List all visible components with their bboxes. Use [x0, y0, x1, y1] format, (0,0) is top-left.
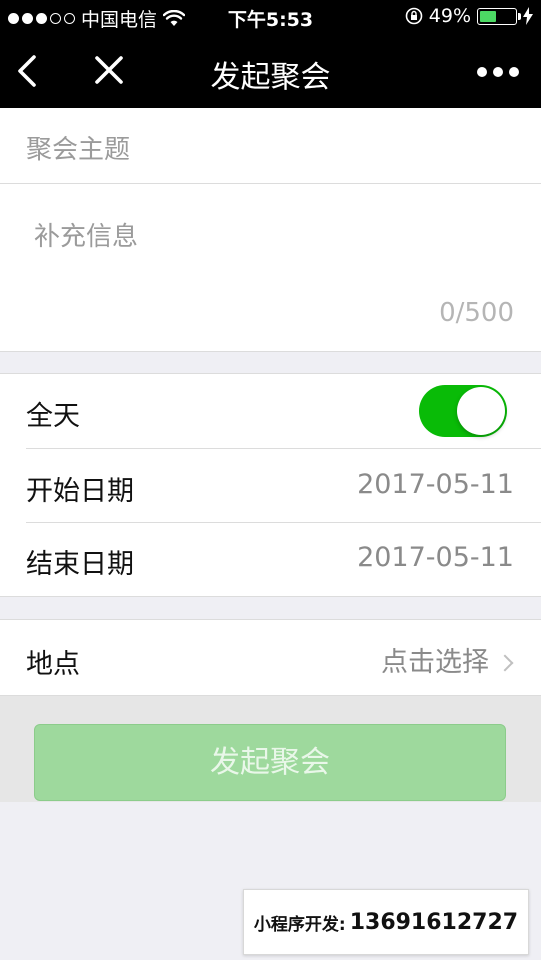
- all-day-row: 全天: [0, 374, 541, 448]
- end-date-row[interactable]: 结束日期 2017-05-11: [0, 523, 541, 596]
- nav-bar: 发起聚会: [0, 34, 541, 108]
- end-date-label: 结束日期: [26, 549, 134, 580]
- screen: 中国电信 下午5:53 49% 发起聚会 聚会主题 补充信息 0/500 全天 …: [0, 0, 541, 960]
- info-placeholder: 补充信息: [34, 222, 139, 252]
- chevron-right-icon: [496, 654, 514, 672]
- more-dots-icon: [477, 67, 487, 77]
- more-button[interactable]: [477, 67, 519, 77]
- topic-group: 聚会主题 补充信息 0/500: [0, 108, 541, 351]
- divider: [0, 596, 541, 597]
- watermark-phone: 13691612727: [349, 909, 519, 935]
- battery-icon: [477, 7, 521, 25]
- char-count: 0/500: [439, 298, 514, 328]
- start-date-label: 开始日期: [26, 476, 134, 507]
- status-bar: 中国电信 下午5:53 49%: [0, 0, 541, 34]
- contact-watermark: 小程序开发: 13691612727: [243, 889, 529, 955]
- orientation-lock-icon: [405, 7, 423, 25]
- submit-button[interactable]: 发起聚会: [34, 724, 506, 801]
- page-title: 发起聚会: [210, 60, 331, 95]
- submit-area: 发起聚会: [0, 696, 541, 802]
- location-row[interactable]: 地点 点击选择: [0, 620, 541, 695]
- end-date-value: 2017-05-11: [357, 542, 514, 573]
- divider: [0, 351, 541, 352]
- topic-placeholder: 聚会主题: [26, 135, 131, 165]
- location-group: 地点 点击选择: [0, 620, 541, 695]
- start-date-row[interactable]: 开始日期 2017-05-11: [0, 449, 541, 522]
- lightning-icon: [523, 7, 533, 25]
- info-textarea[interactable]: 补充信息 0/500: [0, 184, 541, 351]
- battery-percent: 49%: [428, 5, 471, 27]
- start-date-value: 2017-05-11: [357, 469, 514, 500]
- battery-fill: [480, 10, 496, 22]
- location-value-wrap: 点击选择: [381, 640, 514, 679]
- watermark-label: 小程序开发:: [253, 914, 346, 935]
- date-group: 全天 开始日期 2017-05-11 结束日期 2017-05-11: [0, 374, 541, 596]
- switch-knob: [457, 387, 505, 435]
- all-day-switch[interactable]: [419, 385, 507, 437]
- status-right: 49%: [405, 5, 533, 27]
- location-value: 点击选择: [381, 647, 489, 678]
- location-label: 地点: [26, 649, 80, 680]
- all-day-label: 全天: [26, 401, 80, 432]
- topic-input[interactable]: 聚会主题: [0, 108, 541, 183]
